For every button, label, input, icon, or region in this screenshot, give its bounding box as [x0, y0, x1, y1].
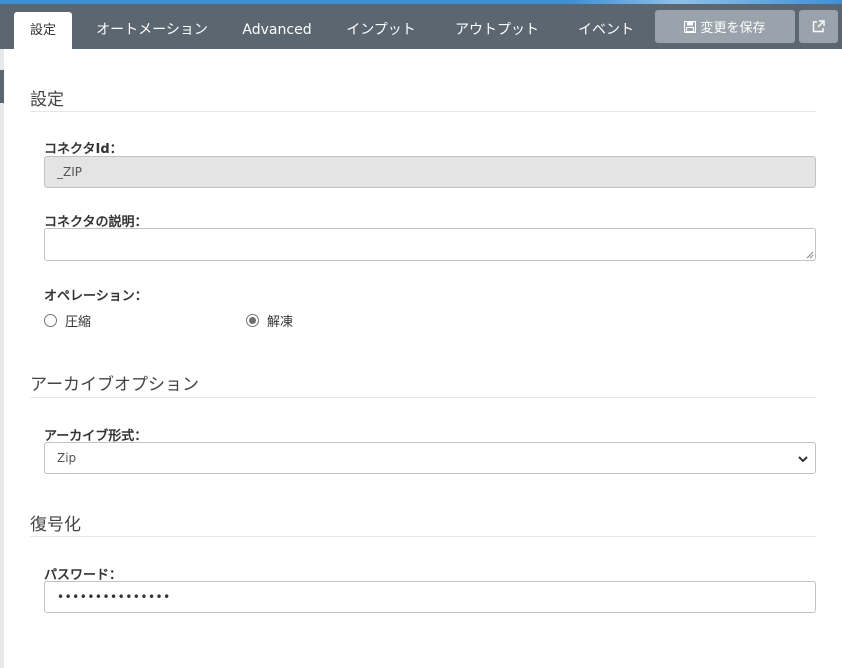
- section-title-decryption: 復号化: [30, 515, 81, 535]
- password-field[interactable]: •••••••••••••••: [44, 581, 816, 613]
- external-link-icon: [812, 20, 825, 33]
- radio-button-decompress[interactable]: [246, 314, 259, 327]
- radio-label-decompress: 解凍: [267, 315, 294, 330]
- archive-format-select[interactable]: Zip: [44, 442, 816, 474]
- operation-radio-decompress[interactable]: 解凍: [246, 311, 293, 330]
- archive-format-value: Zip: [57, 451, 77, 465]
- tab-input[interactable]: インプット: [336, 12, 426, 49]
- tab-settings[interactable]: 設定: [14, 12, 72, 49]
- floppy-disk-icon: [684, 20, 697, 33]
- save-button-label: 変更を保存: [700, 21, 766, 36]
- operation-label: オペレーション：: [44, 289, 148, 304]
- connector-id-field: _ZIP: [44, 156, 816, 188]
- tab-output[interactable]: アウトプット: [446, 12, 548, 49]
- connector-id-label: コネクタId：: [44, 142, 123, 157]
- left-side-rail: [0, 49, 4, 668]
- radio-button-compress[interactable]: [44, 314, 57, 327]
- description-textarea[interactable]: [44, 228, 816, 261]
- open-external-button[interactable]: [799, 10, 838, 43]
- password-value: •••••••••••••••: [57, 590, 171, 604]
- save-changes-button[interactable]: 変更を保存: [655, 10, 795, 43]
- section-title-archive-options: アーカイブオプション: [30, 375, 199, 395]
- resize-handle-icon[interactable]: [804, 249, 814, 259]
- tab-events[interactable]: イベント: [568, 12, 644, 49]
- chevron-down-icon: [798, 456, 808, 463]
- divider: [30, 111, 816, 112]
- tab-automation[interactable]: オートメーション: [86, 12, 218, 49]
- left-rail-marker: [0, 70, 4, 103]
- section-title-settings: 設定: [30, 90, 64, 110]
- tab-bar: 設定 オートメーション Advanced インプット アウトプット イベント 変…: [0, 4, 842, 49]
- operation-radio-compress[interactable]: 圧縮: [44, 311, 91, 330]
- tab-advanced[interactable]: Advanced: [236, 12, 318, 49]
- divider: [30, 397, 816, 398]
- divider: [30, 536, 816, 537]
- radio-label-compress: 圧縮: [65, 315, 92, 330]
